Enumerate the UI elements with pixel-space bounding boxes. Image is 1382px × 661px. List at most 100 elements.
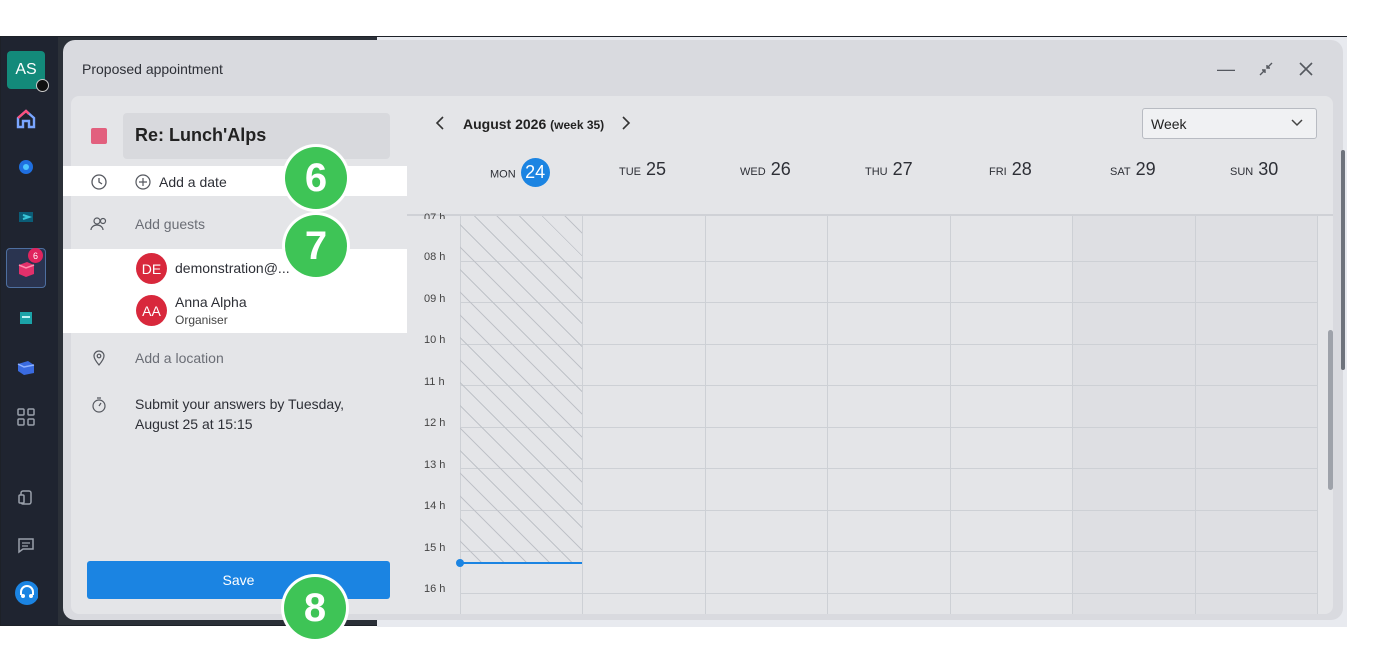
day-column-weekend[interactable] <box>1072 216 1195 614</box>
hour-line <box>460 344 1318 345</box>
hour-label: 11 h <box>424 376 445 388</box>
callout-6: 6 <box>285 147 347 209</box>
hour-label: 07 h <box>424 212 446 219</box>
day-column[interactable] <box>950 216 1073 614</box>
day-date: 27 <box>892 159 913 179</box>
calendar-scrollbar[interactable] <box>1328 330 1333 490</box>
day-header-wed[interactable]: WED 26 <box>740 159 791 180</box>
week-number: (week 35) <box>550 118 605 132</box>
day-column[interactable] <box>705 216 828 614</box>
day-date: 28 <box>1011 159 1032 179</box>
feedback-icon[interactable] <box>14 533 38 557</box>
timer-icon <box>92 397 106 413</box>
hour-line <box>460 385 1318 386</box>
kdrive-app-icon[interactable] <box>14 355 38 379</box>
minimize-icon[interactable]: — <box>1215 58 1237 80</box>
add-date-link[interactable]: Add a date <box>159 174 227 190</box>
hour-label: 09 h <box>424 293 446 305</box>
close-icon[interactable] <box>1295 58 1317 80</box>
day-header-fri[interactable]: FRI 28 <box>989 159 1032 180</box>
guest-avatar: DE <box>136 253 167 284</box>
month-label: August 2026 (week 35) <box>463 116 604 132</box>
week-grid[interactable] <box>460 216 1318 614</box>
hour-label: 15 h <box>424 542 446 554</box>
deadline-text-line1: Submit your answers by Tuesday, <box>135 396 345 412</box>
organiser-name: Anna Alpha <box>175 294 247 310</box>
hour-label: 10 h <box>424 334 446 346</box>
support-headset-icon[interactable] <box>14 581 38 605</box>
hour-label: 16 h <box>424 583 446 595</box>
hour-line <box>460 302 1318 303</box>
day-name: WED <box>740 166 766 178</box>
save-button[interactable]: Save <box>87 561 390 599</box>
past-time-hatch <box>460 216 582 563</box>
guests-icon <box>90 217 107 231</box>
day-date: 26 <box>770 159 791 179</box>
device-icon[interactable] <box>14 485 38 509</box>
window-scrollbar[interactable] <box>1341 150 1345 370</box>
add-guests-input[interactable]: Add guests <box>135 216 205 232</box>
day-name: SUN <box>1230 166 1254 178</box>
hour-line <box>460 427 1318 428</box>
notification-badge: 6 <box>28 248 43 263</box>
apps-grid-icon[interactable] <box>14 405 38 429</box>
day-column[interactable] <box>827 216 950 614</box>
current-time-line <box>460 562 582 564</box>
contacts-app-icon[interactable] <box>14 305 38 329</box>
day-column-weekend[interactable] <box>1195 216 1318 614</box>
organiser-avatar: AA <box>136 295 167 326</box>
day-header-thu[interactable]: THU 27 <box>865 159 913 180</box>
view-select[interactable]: Week <box>1142 108 1317 139</box>
home-icon[interactable] <box>14 107 38 131</box>
day-column[interactable] <box>582 216 705 614</box>
user-avatar-initials: AS <box>15 61 37 78</box>
hour-line <box>460 551 1318 552</box>
day-date: 25 <box>646 159 667 179</box>
clock-icon <box>91 174 107 190</box>
prev-week-icon[interactable] <box>434 114 446 137</box>
deadline-text-line2: August 25 at 15:15 <box>135 416 253 432</box>
user-avatar[interactable]: AS <box>7 51 49 92</box>
hour-label: 13 h <box>424 459 446 471</box>
hour-label: 08 h <box>424 251 446 263</box>
guest-name: demonstration@... <box>175 260 290 276</box>
modal-title: Proposed appointment <box>82 61 223 77</box>
add-location-input[interactable]: Add a location <box>135 350 224 366</box>
day-name: TUE <box>619 166 641 178</box>
collapse-icon[interactable] <box>1255 58 1277 80</box>
hour-line <box>460 468 1318 469</box>
day-header-tue[interactable]: TUE 25 <box>619 159 666 180</box>
event-color-swatch[interactable] <box>91 128 107 144</box>
hour-line <box>460 510 1318 511</box>
add-circle-icon[interactable] <box>134 173 152 191</box>
hour-label: 12 h <box>424 417 446 429</box>
hour-line <box>460 261 1318 262</box>
day-date: 29 <box>1135 159 1156 179</box>
view-select-value: Week <box>1151 116 1187 132</box>
callout-7: 7 <box>285 215 347 277</box>
day-header-sun[interactable]: SUN 30 <box>1230 159 1278 180</box>
left-rail: AS 6 <box>1 37 58 625</box>
organiser-role: Organiser <box>175 313 228 327</box>
next-week-icon[interactable] <box>620 114 632 137</box>
month-name: August 2026 <box>463 116 547 132</box>
current-time-dot <box>456 559 464 567</box>
mail-app-icon[interactable] <box>14 155 38 179</box>
today-date: 24 <box>520 158 550 187</box>
day-name: MON <box>490 168 516 181</box>
callout-8: 8 <box>284 577 346 639</box>
add-date-row[interactable] <box>63 166 408 196</box>
day-header-sat[interactable]: SAT 29 <box>1110 159 1156 180</box>
avatar-dropdown-icon <box>36 79 49 92</box>
location-pin-icon <box>93 350 105 366</box>
day-name: SAT <box>1110 166 1131 178</box>
day-name: THU <box>865 166 888 178</box>
drive-app-icon[interactable] <box>14 205 38 229</box>
day-header-mon[interactable]: MON 24 <box>490 158 550 187</box>
event-title: Re: Lunch'Alps <box>135 125 267 145</box>
hour-line <box>460 593 1318 594</box>
day-name: FRI <box>989 166 1007 178</box>
chevron-down-icon <box>1290 115 1304 132</box>
hour-label: 14 h <box>424 500 446 512</box>
day-date: 30 <box>1258 159 1279 179</box>
